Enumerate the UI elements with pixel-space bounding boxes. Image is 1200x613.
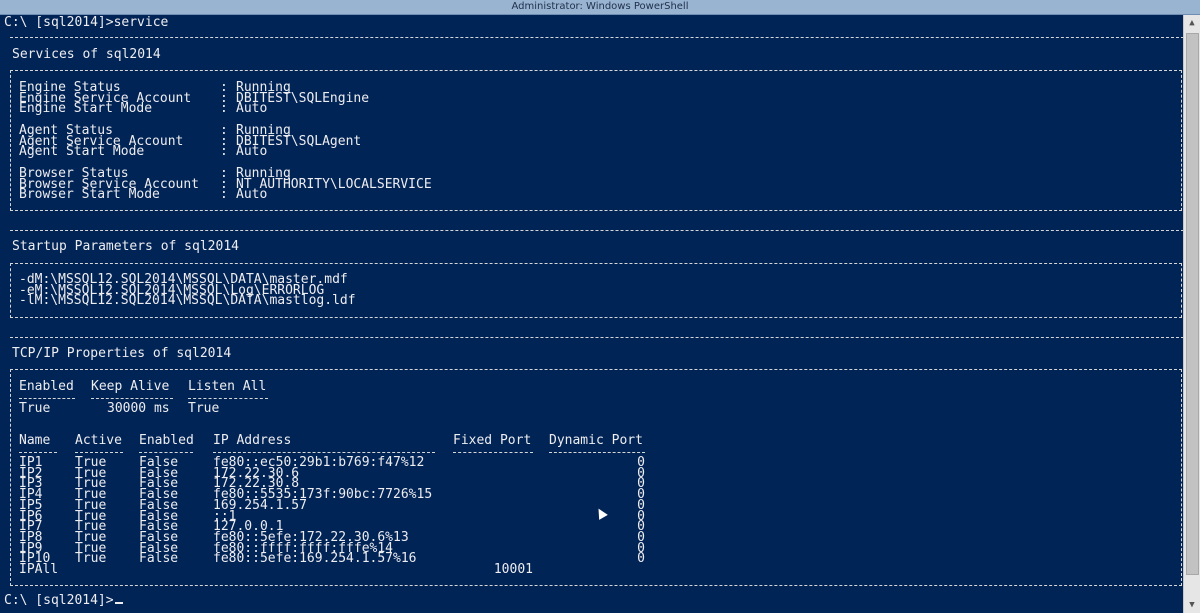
vertical-scrollbar[interactable]: ▲ ▼ [1183, 15, 1200, 613]
property-value: True [188, 401, 220, 416]
ip-dynamic-port: 0 [637, 551, 645, 567]
startup-parameter: -lM:\MSSQL12.SQL2014\MSSQL\DATA\mastlog.… [19, 293, 356, 308]
scroll-up-icon[interactable]: ▲ [1184, 15, 1200, 31]
ip-column-header: Enabled [139, 433, 194, 448]
input-prompt-line[interactable]: C:\ [sql2014]> [4, 594, 123, 608]
ip-dynamic-port: 0 [637, 476, 645, 492]
ip-dynamic-port: 0 [637, 487, 645, 503]
section-rule [10, 37, 1184, 38]
service-value: Auto [236, 101, 268, 116]
service-label: Agent Start Mode [19, 144, 145, 159]
ip-column-header: Fixed Port [453, 433, 532, 448]
ip-column-header: Name [19, 433, 51, 448]
ip-active: True [75, 551, 107, 567]
ip-address: fe80::5efe:169.254.1.57%16 [213, 551, 417, 567]
command-prompt-line: C:\ [sql2014]>service [4, 15, 169, 30]
column-underline [549, 452, 645, 453]
startup-heading: Startup Parameters of sql2014 [12, 239, 239, 254]
property-header: Enabled [19, 379, 74, 394]
service-label: Engine Start Mode [19, 101, 153, 116]
column-underline [453, 452, 533, 453]
column-underline [188, 398, 268, 399]
ip-fixed-port: 10001 [493, 562, 533, 577]
column-underline [91, 398, 173, 399]
service-value: Auto [236, 187, 268, 202]
ip-dynamic-port: 0 [637, 455, 645, 470]
section-rule [10, 337, 1184, 338]
column-underline [19, 398, 75, 399]
ip-dynamic-port: 0 [637, 540, 645, 556]
property-value: True [19, 401, 51, 416]
ip-column-header: IP Address [213, 433, 292, 448]
ip-column-header: Active [75, 433, 122, 448]
column-underline [75, 452, 123, 453]
service-value: Auto [236, 144, 268, 159]
scroll-down-icon[interactable]: ▼ [1184, 597, 1200, 613]
ip-dynamic-port: 0 [637, 465, 645, 481]
tcpip-heading: TCP/IP Properties of sql2014 [12, 346, 232, 361]
column-underline [139, 452, 193, 453]
property-header: Listen All [188, 379, 267, 394]
ip-dynamic-port: 0 [637, 529, 645, 545]
separator-colon: : [220, 144, 228, 159]
property-value: 30000 ms [107, 401, 170, 416]
separator-colon: : [220, 187, 228, 202]
prompt-text: C:\ [sql2014]> [4, 593, 114, 608]
ip-dynamic-port: 0 [637, 519, 645, 535]
services-heading: Services of sql2014 [12, 47, 161, 62]
service-label: Browser Start Mode [19, 187, 160, 202]
scroll-thumb[interactable] [1186, 33, 1199, 575]
ip-name: IPAll [19, 562, 59, 577]
section-rule [10, 230, 1184, 231]
console-area[interactable]: C:\ [sql2014]>service Services of sql201… [0, 15, 1184, 613]
ip-column-header: Dynamic Port [549, 433, 643, 448]
column-underline [213, 452, 435, 453]
window-title: Administrator: Windows PowerShell [0, 0, 1200, 15]
ip-enabled: False [139, 551, 179, 567]
column-underline [19, 452, 57, 453]
text-cursor [114, 602, 123, 604]
property-header: Keep Alive [91, 379, 170, 394]
separator-colon: : [220, 101, 228, 116]
powershell-window: Administrator: Windows PowerShell C:\ [s… [0, 0, 1200, 613]
